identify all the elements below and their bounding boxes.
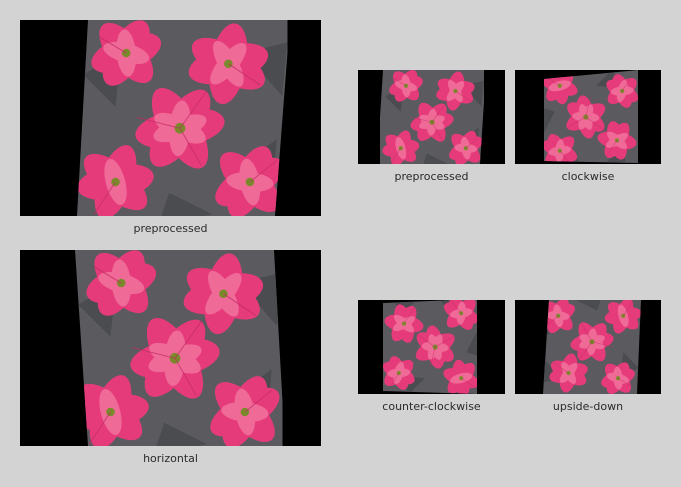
caption-large-bottom: horizontal	[143, 452, 198, 465]
caption-small-4: upside-down	[552, 400, 624, 413]
flower-photo	[544, 70, 638, 163]
caption-small-1: preprocessed	[394, 170, 469, 183]
image-frame-small-1	[358, 70, 505, 164]
flower-photo	[383, 300, 477, 394]
caption-small-2: clockwise	[561, 170, 615, 183]
image-frame-small-3	[358, 300, 505, 394]
caption-large-top: preprocessed	[133, 222, 208, 235]
flower-photo	[75, 250, 285, 446]
image-frame-large-top	[20, 20, 321, 216]
flower-photo	[379, 70, 486, 164]
flower-photo	[543, 300, 641, 394]
caption-small-3: counter-clockwise	[382, 400, 481, 413]
image-frame-large-bottom	[20, 250, 321, 446]
image-frame-small-2	[515, 70, 661, 164]
image-frame-small-4	[515, 300, 661, 394]
flower-photo	[77, 20, 290, 216]
